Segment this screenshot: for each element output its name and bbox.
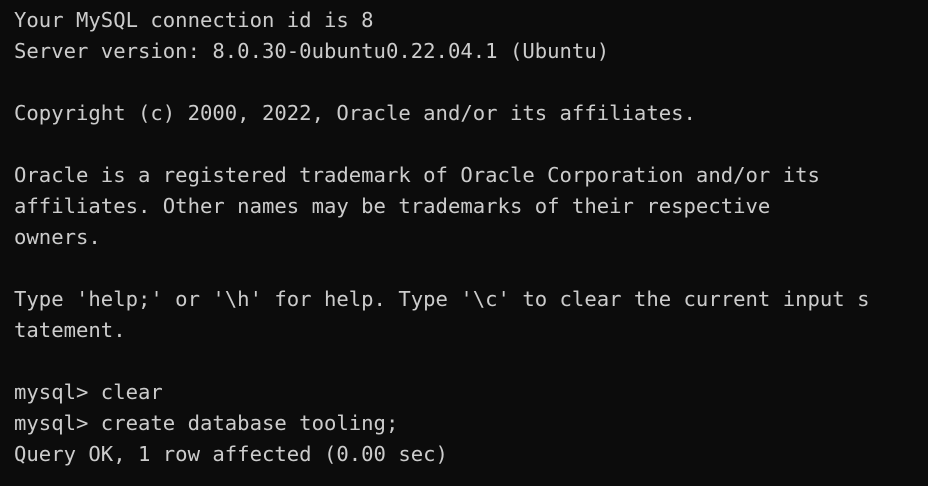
output-line-server-version: Server version: 8.0.30-0ubuntu0.22.04.1 …	[14, 39, 610, 63]
output-line-copyright: Copyright (c) 2000, 2022, Oracle and/or …	[14, 101, 696, 125]
output-line-trademark: Oracle is a registered trademark of Orac…	[14, 163, 820, 187]
command-line-clear: mysql> clear	[14, 380, 163, 404]
output-line-query-result: Query OK, 1 row affected (0.00 sec)	[14, 442, 448, 466]
output-line-trademark: affiliates. Other names may be trademark…	[14, 194, 771, 218]
command-line-create-database: mysql> create database tooling;	[14, 411, 399, 435]
output-line-trademark: owners.	[14, 225, 101, 249]
output-line-help: tatement.	[14, 318, 126, 342]
terminal-window[interactable]: Your MySQL connection id is 8 Server ver…	[0, 0, 928, 486]
output-line-help: Type 'help;' or '\h' for help. Type '\c'…	[14, 287, 870, 311]
output-line-connection-id: Your MySQL connection id is 8	[14, 8, 374, 32]
